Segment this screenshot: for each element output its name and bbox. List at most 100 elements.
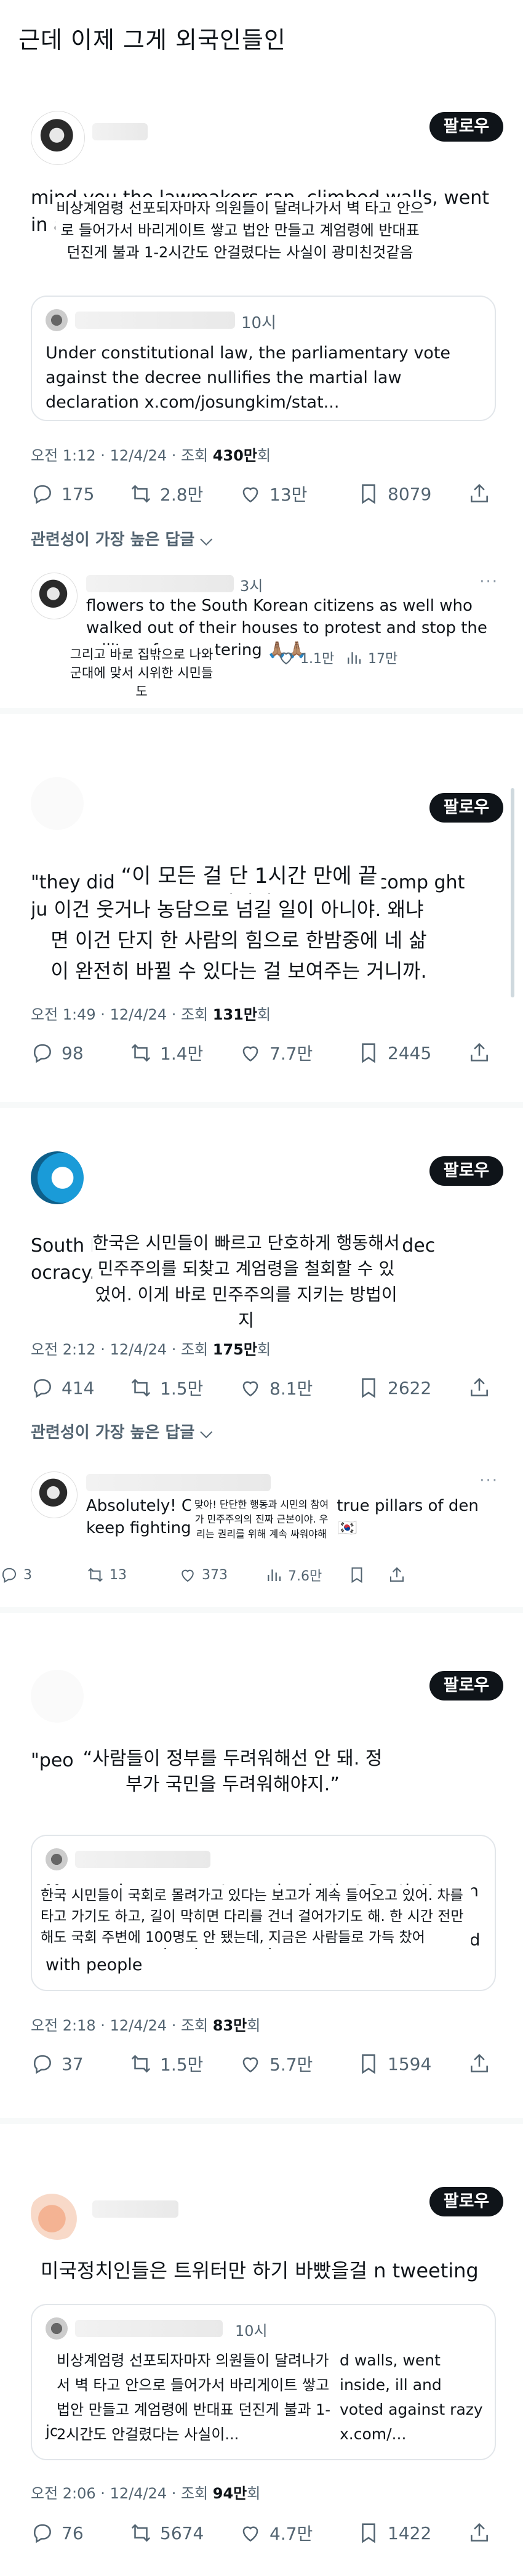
scrollbar[interactable] — [511, 788, 514, 997]
like-button[interactable]: 4.7만 — [239, 2519, 313, 2546]
like-button[interactable]: 5.7만 — [239, 2050, 313, 2077]
bookmark-icon — [362, 1043, 375, 1063]
heart-icon — [242, 1046, 258, 1062]
reply-views[interactable]: 7.6만 — [265, 1564, 322, 1586]
reply-button[interactable]: 175 — [31, 480, 94, 507]
post-time: 오전 1:12 · 12/4/24 · 조회 — [31, 447, 213, 464]
more-options-icon[interactable]: ··· — [479, 573, 498, 591]
reply-avatar[interactable] — [31, 573, 78, 619]
follow-button[interactable]: 팔로우 — [429, 2187, 503, 2216]
share-icon — [471, 2053, 488, 2072]
repost-count: 5674 — [160, 2522, 204, 2543]
action-bar: 37 1.5만 5.7만 1594 — [31, 2050, 498, 2077]
post-views: 131만 — [212, 1006, 257, 1023]
post-meta: 오전 2:18 · 12/4/24 · 조회 83만회 — [31, 2013, 260, 2035]
quote-author-redacted — [75, 2320, 223, 2337]
reply-1[interactable]: 3시 ··· flowers to the South Korean citiz… — [0, 573, 523, 701]
divider — [0, 1607, 523, 1613]
quoted-post[interactable]: 10시 d walls, went inside, ill and voted … — [31, 2304, 496, 2460]
share-button[interactable] — [468, 2519, 491, 2546]
reply-view-count: 7.6만 — [288, 1569, 322, 1584]
repost-icon — [131, 2055, 151, 2073]
like-button[interactable]: 13만 — [239, 480, 307, 507]
reply-translation-overlay: 맞아! 단단한 행동과 시민의 참여가 민주주의의 진짜 근본이야. 우리는 권… — [191, 1497, 332, 1542]
bookmark-button[interactable]: 2622 — [357, 1374, 431, 1401]
follow-button[interactable]: 팔로우 — [429, 112, 503, 142]
action-bar: 98 1.4만 7.7만 2445 — [31, 1039, 498, 1066]
reply-author-redacted — [86, 575, 234, 592]
like-count: 5.7만 — [269, 2055, 313, 2075]
avatar[interactable] — [31, 1670, 84, 1723]
reply-icon — [2, 1568, 16, 1584]
like-button[interactable]: 8.1만 — [239, 1374, 313, 1401]
heart-icon — [242, 487, 258, 503]
post-meta: 오전 1:12 · 12/4/24 · 조회 430만회 — [31, 443, 271, 465]
bookmark-button[interactable]: 8079 — [357, 480, 431, 507]
divider — [0, 1102, 523, 1108]
post-meta: 오전 2:12 · 12/4/24 · 조회 175만회 — [31, 1337, 271, 1359]
repost-button[interactable]: 1.4만 — [129, 1039, 203, 1066]
post-1: 팔로우 mind you the lawmakers ran, climbed … — [0, 92, 523, 702]
reply-button[interactable]: 98 — [31, 1039, 84, 1066]
reply-like-button[interactable]: 373 — [178, 1564, 228, 1586]
reply-sort-dropdown[interactable]: 관련성이 가장 높은 답글 ⌵ — [31, 1420, 212, 1443]
quoted-post[interactable]: 10시 Under constitutional law, the parlia… — [31, 296, 496, 421]
avatar[interactable] — [31, 111, 85, 165]
repost-icon — [131, 2524, 151, 2542]
quoted-post[interactable]: More and more reports coming in that Sou… — [31, 1835, 496, 1991]
avatar[interactable] — [31, 1151, 84, 1204]
reply-repost-button[interactable]: 13 — [86, 1564, 127, 1586]
reply-count: 76 — [62, 2522, 84, 2543]
views-suffix: 회 — [247, 2017, 261, 2034]
repost-button[interactable]: 2.8만 — [129, 480, 203, 507]
share-icon — [471, 483, 488, 502]
post-time: 오전 1:49 · 12/4/24 · 조회 — [31, 1006, 213, 1023]
bookmark-count: 2622 — [388, 1377, 432, 1398]
reply-avatar[interactable] — [31, 1471, 78, 1518]
reply-icon — [33, 1044, 51, 1063]
reply-button[interactable]: 414 — [31, 1374, 94, 1401]
repost-button[interactable]: 5674 — [129, 2519, 204, 2546]
reply-sort-dropdown[interactable]: 관련성이 가장 높은 답글 ⌵ — [31, 527, 212, 550]
reply-button[interactable]: 37 — [31, 2050, 84, 2077]
translation-overlay: 비상계엄령 선포되자마자 의원들이 달려나가서 벽 타고 안으로 들어가서 바리… — [55, 197, 425, 264]
post-meta: 오전 2:06 · 12/4/24 · 조회 94만회 — [31, 2481, 260, 2503]
reply-count: 414 — [62, 1377, 95, 1398]
reply-1[interactable]: ··· Absolutely! C agement are the true p… — [0, 1471, 523, 1595]
share-icon — [471, 1042, 488, 1061]
post-views: 175만 — [212, 1341, 257, 1358]
heart-icon — [242, 2526, 258, 2542]
bookmark-count: 8079 — [388, 483, 432, 504]
quote-text: d walls, went inside, ill and voted agai… — [340, 2351, 483, 2443]
bookmark-button[interactable]: 1594 — [357, 2050, 431, 2077]
action-bar: 76 5674 4.7만 1422 — [31, 2519, 498, 2546]
share-button[interactable] — [468, 2050, 491, 2077]
share-button[interactable] — [468, 1374, 491, 1401]
share-icon — [390, 1567, 404, 1582]
bookmark-button[interactable]: 2445 — [357, 1039, 431, 1066]
more-options-icon[interactable]: ··· — [479, 1471, 498, 1490]
reply-share-button[interactable] — [388, 1564, 406, 1586]
reply-reply-button[interactable]: 3 — [0, 1564, 32, 1586]
follow-button[interactable]: 팔로우 — [429, 1671, 503, 1701]
follow-button[interactable]: 팔로우 — [429, 1156, 503, 1186]
reply-bookmark-button[interactable] — [348, 1564, 366, 1586]
heart-icon — [242, 1381, 258, 1397]
share-button[interactable] — [468, 1039, 491, 1066]
avatar[interactable] — [31, 2187, 84, 2240]
repost-button[interactable]: 1.5만 — [129, 2050, 203, 2077]
bookmark-button[interactable]: 1422 — [357, 2519, 431, 2546]
quote-avatar — [46, 1848, 68, 1870]
avatar[interactable] — [31, 777, 84, 830]
divider — [0, 708, 523, 714]
share-button[interactable] — [468, 480, 491, 507]
repost-button[interactable]: 1.5만 — [129, 1374, 203, 1401]
follow-button[interactable]: 팔로우 — [429, 793, 503, 823]
share-icon — [471, 2522, 488, 2542]
reply-views[interactable]: 17만 — [345, 646, 397, 669]
repost-count: 1.5만 — [160, 1379, 204, 1399]
quote-time: 10시 — [235, 2322, 268, 2340]
reply-button[interactable]: 76 — [31, 2519, 84, 2546]
reply-like-button[interactable]: 1.1만 — [277, 646, 334, 669]
like-button[interactable]: 7.7만 — [239, 1039, 313, 1066]
